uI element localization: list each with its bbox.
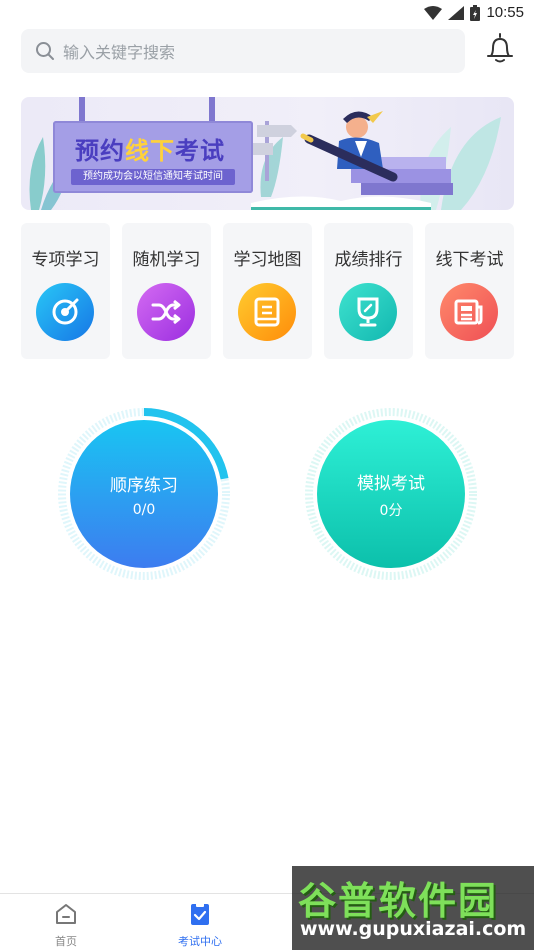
category-special-study[interactable]: 专项学习 xyxy=(21,223,110,359)
clipboard-check-icon xyxy=(191,903,209,925)
watermark-url: www.gupuxiazai.com xyxy=(300,918,527,940)
nav-exam-center-label: 考试中心 xyxy=(178,935,222,948)
sequential-practice-button[interactable]: 顺序练习 0/0 xyxy=(56,406,232,582)
wifi-icon xyxy=(424,5,443,20)
category-grid: 专项学习 随机学习 学习地图 成绩排行 线下考试 xyxy=(21,223,514,359)
mock-exam-label: 模拟考试 xyxy=(357,473,425,494)
status-time: 10:55 xyxy=(486,4,524,21)
banner-subtitle: 预约成功会以短信通知考试时间 xyxy=(71,169,235,185)
category-label: 专项学习 xyxy=(31,250,100,270)
mock-exam-circle: 模拟考试 0分 xyxy=(317,420,465,568)
watermark-brand: 谷普软件园 xyxy=(298,879,499,923)
exam-booking-banner[interactable]: 预约线下考试 预约成功会以短信通知考试时间 xyxy=(21,97,514,210)
category-random-study[interactable]: 随机学习 xyxy=(122,223,211,359)
banner-sign: 预约线下考试 预约成功会以短信通知考试时间 xyxy=(53,121,253,193)
category-label: 随机学习 xyxy=(132,250,201,270)
trophy-icon xyxy=(339,283,397,341)
status-bar: 10:55 xyxy=(0,0,534,28)
sequential-practice-label: 顺序练习 xyxy=(110,475,178,496)
target-icon xyxy=(36,283,94,341)
category-label: 学习地图 xyxy=(233,250,302,270)
book-icon xyxy=(238,283,296,341)
status-icons: 10:55 xyxy=(424,4,524,21)
search-placeholder: 输入关键字搜索 xyxy=(63,43,176,62)
category-score-ranking[interactable]: 成绩排行 xyxy=(324,223,413,359)
home-icon xyxy=(56,904,76,924)
nav-home[interactable]: 首页 xyxy=(26,902,106,949)
shuffle-icon xyxy=(137,283,195,341)
category-offline-exam[interactable]: 线下考试 xyxy=(425,223,514,359)
category-study-map[interactable]: 学习地图 xyxy=(223,223,312,359)
search-icon xyxy=(36,42,54,60)
sequential-practice-circle: 顺序练习 0/0 xyxy=(70,420,218,568)
nav-exam-center[interactable]: 考试中心 xyxy=(160,902,240,949)
bell-icon[interactable] xyxy=(486,32,514,64)
signal-icon xyxy=(448,5,465,20)
mock-exam-score: 0分 xyxy=(379,502,403,519)
battery-icon xyxy=(470,4,481,21)
category-label: 线下考试 xyxy=(435,250,504,270)
watermark: 谷普软件园 www.gupuxiazai.com xyxy=(292,866,534,950)
sequential-practice-count: 0/0 xyxy=(132,501,156,518)
newspaper-icon xyxy=(440,283,498,341)
mock-exam-button[interactable]: 模拟考试 0分 xyxy=(303,406,479,582)
banner-title: 预约线下考试 xyxy=(75,136,225,165)
category-label: 成绩排行 xyxy=(334,250,403,270)
search-input[interactable]: 输入关键字搜索 xyxy=(21,29,465,73)
nav-home-label: 首页 xyxy=(55,935,77,948)
